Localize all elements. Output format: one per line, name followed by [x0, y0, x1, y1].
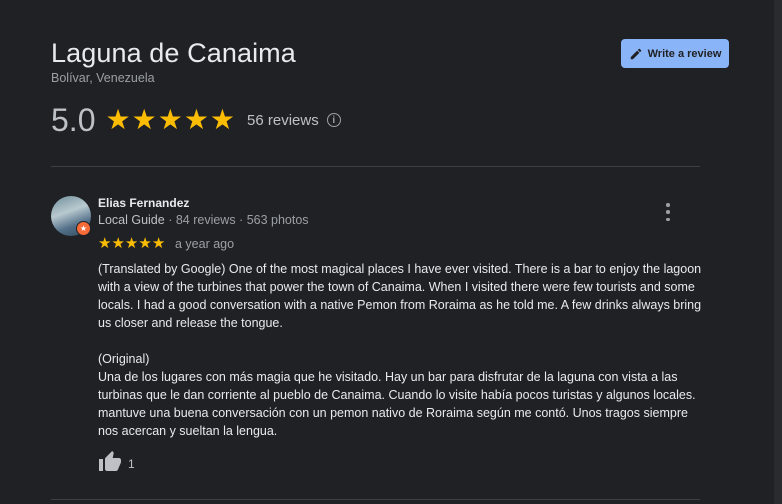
write-review-button[interactable]: Write a review	[621, 39, 729, 68]
reviewer-name[interactable]: Elias Fernandez	[98, 196, 189, 210]
average-rating: 5.0	[51, 101, 96, 138]
place-title: Laguna de Canaima	[51, 38, 296, 68]
star-icon: ★	[124, 235, 139, 252]
star-icon: ★	[105, 104, 131, 135]
original-text: Una de los lugares con más magia que he …	[98, 370, 696, 438]
local-guide-badge-icon: ★	[76, 221, 91, 236]
local-guide-label: Local Guide	[98, 213, 165, 227]
reviewer-stats: · 84 reviews · 563 photos	[168, 213, 309, 227]
like-count: 1	[128, 457, 135, 471]
thumbs-up-icon	[99, 451, 121, 471]
translated-text: (Translated by Google) One of the most m…	[98, 262, 702, 330]
divider	[51, 166, 700, 167]
star-icon: ★	[151, 235, 166, 252]
review-stars: ★ ★ ★ ★ ★	[98, 236, 165, 251]
star-icon: ★	[131, 104, 157, 135]
write-review-label: Write a review	[647, 47, 722, 60]
reviewer-meta: Local Guide · 84 reviews · 563 photos	[98, 213, 309, 227]
star-icon: ★	[138, 235, 152, 252]
rating-summary: 5.0 ★ ★ ★ ★ ★ 56 reviews i	[51, 102, 341, 138]
review-text: (Translated by Google) One of the most m…	[98, 260, 702, 440]
like-button[interactable]	[98, 450, 122, 474]
star-icon: ★	[111, 235, 125, 252]
review-time: a year ago	[175, 237, 235, 251]
scrollbar[interactable]	[774, 0, 782, 504]
star-icon: ★	[183, 104, 209, 135]
review-count-link[interactable]: 56 reviews	[247, 112, 319, 129]
info-icon[interactable]: i	[326, 113, 341, 127]
original-label: (Original)	[98, 352, 150, 366]
pencil-icon	[630, 48, 641, 59]
rating-stars: ★ ★ ★ ★ ★	[105, 106, 235, 134]
more-vertical-icon[interactable]	[662, 203, 674, 221]
star-icon: ★	[157, 104, 183, 135]
divider	[51, 499, 700, 500]
place-location: Bolívar, Venezuela	[51, 71, 155, 85]
star-icon: ★	[98, 235, 112, 252]
star-icon: ★	[209, 104, 236, 135]
